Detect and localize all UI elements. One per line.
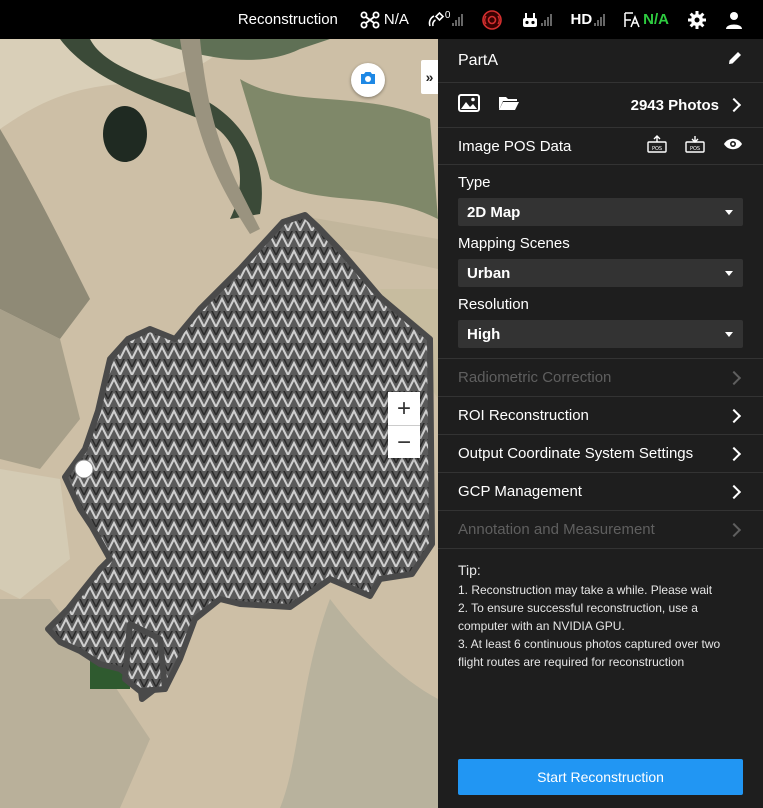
map-view[interactable]: » + − — [0, 39, 438, 808]
tip-line: 3. At least 6 continuous photos captured… — [458, 637, 721, 669]
menu-roi-reconstruction[interactable]: ROI Reconstruction — [438, 397, 763, 435]
menu-label: Radiometric Correction — [458, 369, 612, 386]
zoom-out-button[interactable]: − — [388, 426, 420, 459]
resolution-select[interactable]: High — [458, 320, 743, 348]
pos-actions: POS POS — [647, 135, 743, 157]
settings-button[interactable] — [687, 10, 707, 30]
menu-output-coordinate-system[interactable]: Output Coordinate System Settings — [438, 435, 763, 473]
remote-status[interactable] — [481, 9, 503, 31]
chevron-right-icon — [726, 97, 742, 113]
rtk-fix-status[interactable]: N/A — [623, 11, 669, 29]
resolution-label: Resolution — [458, 296, 529, 313]
project-name: PartA — [458, 51, 499, 69]
start-reconstruction-button[interactable]: Start Reconstruction — [458, 759, 743, 795]
rtk-signal-bars — [452, 13, 464, 26]
photo-count-link[interactable]: 2943 Photos — [631, 97, 743, 114]
project-header: PartA — [438, 39, 763, 83]
rtk-sat-count: 0 — [444, 10, 451, 21]
menu-label: GCP Management — [458, 483, 582, 500]
tip-line: 1. Reconstruction may take a while. Plea… — [458, 583, 713, 597]
camera-icon — [359, 70, 377, 91]
pos-export-icon[interactable]: POS — [685, 135, 705, 157]
controller-signal-bars — [541, 13, 553, 26]
pos-data-row: Image POS Data POS POS — [438, 128, 763, 165]
chevron-right-icon — [726, 370, 742, 385]
controller-status[interactable] — [521, 11, 553, 29]
user-button[interactable] — [725, 11, 743, 29]
mode-title: Reconstruction — [237, 11, 338, 28]
caret-down-icon — [725, 270, 733, 276]
rtk-satellite-status[interactable]: 0 — [427, 10, 464, 29]
photos-row[interactable]: 2943 Photos — [438, 83, 763, 128]
photo-count: 2943 Photos — [630, 96, 719, 114]
zoom-in-button[interactable]: + — [388, 392, 420, 426]
rtk-fix-icon — [623, 11, 641, 29]
edit-pencil-icon[interactable] — [727, 50, 743, 71]
pos-label: Image POS Data — [458, 137, 572, 155]
drone-status-text: N/A — [383, 11, 409, 28]
chevron-right-icon — [726, 484, 742, 499]
drone-icon — [360, 11, 380, 29]
chevron-right-icon — [726, 522, 742, 537]
video-status[interactable]: HD — [570, 11, 606, 28]
resolution-value: High — [467, 325, 501, 343]
top-status-bar: Reconstruction N/A 0 HD N/A — [0, 0, 763, 39]
video-signal-bars — [594, 13, 606, 26]
folder-icon[interactable] — [498, 94, 520, 116]
image-icon[interactable] — [458, 94, 480, 116]
menu-annotation-measurement[interactable]: Annotation and Measurement — [438, 511, 763, 549]
menu-label: ROI Reconstruction — [458, 407, 589, 424]
pos-import-icon[interactable]: POS — [647, 135, 667, 157]
reconstruction-panel: PartA 2943 Photos Image POS Data POS POS — [438, 39, 763, 808]
rtk-satellite-icon — [427, 11, 447, 29]
scenes-label: Mapping Scenes — [458, 235, 570, 252]
satellite-map — [0, 39, 438, 808]
zoom-controls: + − — [388, 392, 420, 458]
eye-icon[interactable] — [723, 137, 743, 155]
video-label: HD — [570, 11, 593, 28]
menu-gcp-management[interactable]: GCP Management — [438, 473, 763, 511]
menu-radiometric-correction[interactable]: Radiometric Correction — [438, 359, 763, 397]
divider — [438, 348, 763, 359]
tip-line: 2. To ensure successful reconstruction, … — [458, 601, 698, 633]
chevron-right-icon — [726, 446, 742, 461]
collapse-panel-button[interactable]: » — [421, 60, 438, 94]
type-select[interactable]: 2D Map — [458, 198, 743, 226]
photo-source-icons — [458, 94, 520, 116]
remote-status-icon — [481, 9, 503, 31]
menu-label: Annotation and Measurement — [458, 521, 655, 538]
chevron-right-icon — [726, 408, 742, 423]
type-label: Type — [458, 174, 491, 191]
tip-title: Tip: — [458, 562, 481, 578]
type-value: 2D Map — [467, 203, 521, 221]
scenes-value: Urban — [467, 264, 511, 282]
svg-text:POS: POS — [690, 146, 700, 152]
controller-icon — [521, 11, 539, 29]
drone-status[interactable]: N/A — [360, 11, 409, 29]
scenes-select[interactable]: Urban — [458, 259, 743, 287]
settings-gear-icon — [687, 10, 707, 30]
tips-section: Tip: 1. Reconstruction may take a while.… — [438, 549, 763, 671]
caret-down-icon — [725, 331, 733, 337]
caret-down-icon — [725, 209, 733, 215]
camera-button[interactable] — [351, 63, 385, 97]
menu-label: Output Coordinate System Settings — [458, 445, 694, 462]
rtk-status-text: N/A — [643, 11, 669, 28]
user-icon — [725, 11, 743, 29]
svg-text:POS: POS — [652, 146, 662, 152]
